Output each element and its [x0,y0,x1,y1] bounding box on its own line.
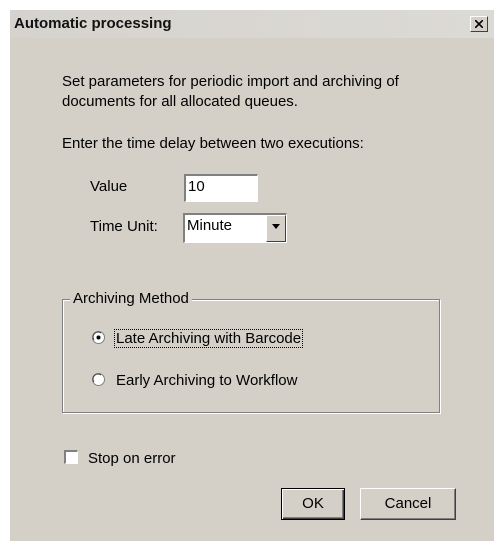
cancel-button[interactable]: Cancel [360,488,456,520]
close-icon [475,20,483,28]
stop-on-error-label[interactable]: Stop on error [88,449,176,468]
ok-button[interactable]: OK [281,488,345,520]
intro-line-2: documents for all allocated queues. [62,93,298,110]
chevron-down-icon [272,224,280,229]
delay-prompt: Enter the time delay between two executi… [62,135,364,152]
late-archiving-label[interactable]: Late Archiving with Barcode [114,329,304,348]
value-input[interactable]: 10 [184,174,258,202]
automatic-processing-dialog: Automatic processing Set parameters for … [10,10,494,541]
early-archiving-label[interactable]: Early Archiving to Workflow [116,371,297,390]
time-unit-dropdown-button[interactable] [266,215,286,242]
radio-late-archiving[interactable] [92,331,105,344]
time-unit-selected-value: Minute [187,217,233,234]
close-button[interactable] [470,16,488,32]
stop-on-error-checkbox[interactable] [64,450,78,464]
intro-line-1: Set parameters for periodic import and a… [62,73,399,90]
window-title: Automatic processing [14,15,172,32]
title-bar[interactable]: Automatic processing [10,10,494,38]
radio-early-archiving[interactable] [92,373,105,386]
time-unit-select[interactable]: Minute [183,213,287,243]
time-unit-label: Time Unit: [90,218,158,235]
archiving-method-group [62,299,440,413]
value-label: Value [90,178,128,195]
archiving-method-legend: Archiving Method [70,289,192,308]
late-archiving-text: Late Archiving with Barcode [114,329,304,348]
